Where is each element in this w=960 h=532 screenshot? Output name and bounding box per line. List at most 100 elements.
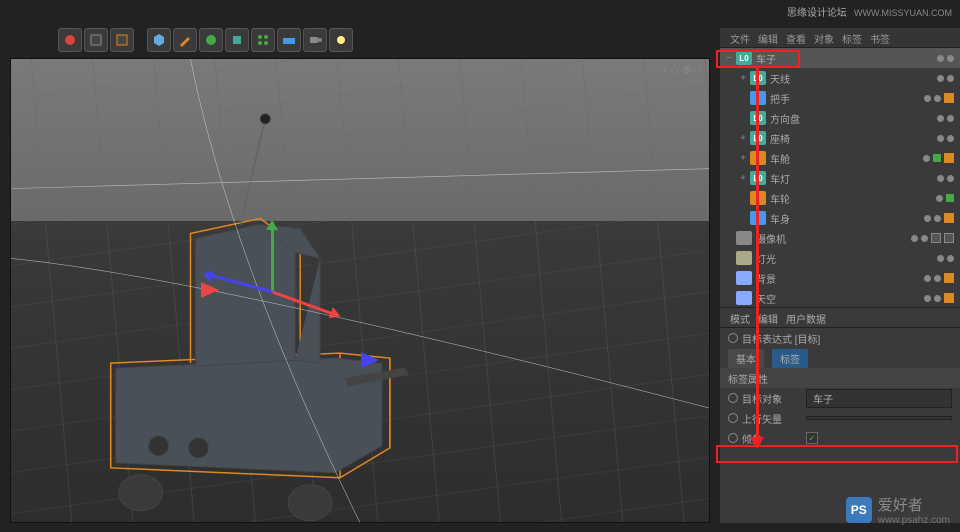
object-label: 天空 <box>756 291 776 306</box>
attr-mode[interactable]: 模式 <box>730 311 750 324</box>
menu-bookmark[interactable]: 书签 <box>870 31 890 44</box>
tag-icon[interactable] <box>934 95 941 102</box>
target-label: 目标对象 <box>742 391 802 406</box>
object-type-icon <box>736 271 752 285</box>
play-button[interactable] <box>84 28 108 52</box>
watermark-text: 思缘设计论坛 <box>787 8 847 19</box>
tag-icon[interactable] <box>924 275 931 282</box>
tag-icon[interactable] <box>937 175 944 182</box>
attr-userdata[interactable]: 用户数据 <box>786 311 826 324</box>
record-button[interactable] <box>58 28 82 52</box>
menu-object[interactable]: 对象 <box>814 31 834 44</box>
watermark-logo: PS <box>846 497 872 523</box>
tag-icon[interactable] <box>921 235 928 242</box>
tag-icon[interactable] <box>947 55 954 62</box>
3d-viewport[interactable]: + ◇ ⊕ □ <box>10 58 710 523</box>
sky-button[interactable] <box>277 28 301 52</box>
tag-icon[interactable] <box>937 75 944 82</box>
expand-icon[interactable]: + <box>738 133 748 144</box>
header-text: 目标表达式 [目标] <box>742 331 820 346</box>
annotation-arrow <box>756 68 759 446</box>
target-value-field[interactable]: 车子 <box>806 389 952 408</box>
tag-icon[interactable] <box>944 273 954 283</box>
z-axis-flag <box>361 352 379 368</box>
tag-icon[interactable] <box>933 154 941 162</box>
menu-tag[interactable]: 标签 <box>842 31 862 44</box>
pen-tool-button[interactable] <box>173 28 197 52</box>
tag-icon[interactable] <box>934 275 941 282</box>
light-button[interactable] <box>329 28 353 52</box>
object-label: 摄像机 <box>756 231 786 246</box>
tag-icon[interactable] <box>924 215 931 222</box>
generator-button[interactable] <box>199 28 223 52</box>
watermark-url: WWW.MISSYUAN.COM <box>854 8 952 18</box>
tag-icon[interactable] <box>944 233 954 243</box>
tag-icon[interactable] <box>947 135 954 142</box>
object-label: 背景 <box>756 271 776 286</box>
tag-icon[interactable] <box>946 194 954 202</box>
object-label: 方向盘 <box>770 111 800 126</box>
object-label: 灯光 <box>756 251 776 266</box>
angle-checkbox[interactable] <box>806 432 818 444</box>
bottom-watermark: PS 爱好者 www.psahz.com <box>846 494 950 526</box>
tag-icon[interactable] <box>931 233 941 243</box>
field-bullet <box>728 413 738 423</box>
upvec-field[interactable] <box>806 416 952 420</box>
object-label: 车舱 <box>770 151 790 166</box>
field-bullet <box>728 393 738 403</box>
object-label: 天线 <box>770 71 790 86</box>
field-bullet <box>728 433 738 443</box>
object-manager-menu: 文件 编辑 查看 对象 标签 书签 <box>720 28 960 48</box>
tag-icon[interactable] <box>937 115 944 122</box>
tag-icon[interactable] <box>924 95 931 102</box>
object-type-icon <box>736 231 752 245</box>
object-label: 车身 <box>770 211 790 226</box>
vehicle-bounds <box>71 182 411 482</box>
tag-icon[interactable] <box>923 155 930 162</box>
deformer-button[interactable] <box>225 28 249 52</box>
gizmo-x-axis[interactable] <box>272 291 339 318</box>
top-toolbar <box>58 26 363 54</box>
tag-icon[interactable] <box>937 255 944 262</box>
tag-icon[interactable] <box>937 135 944 142</box>
watermark-br-text: 爱好者 <box>878 494 950 515</box>
upvec-label: 上行矢量 <box>742 411 802 426</box>
object-label: 车轮 <box>770 191 790 206</box>
cube-primitive-button[interactable] <box>147 28 171 52</box>
x-axis-flag <box>201 282 219 298</box>
menu-file[interactable]: 文件 <box>730 31 750 44</box>
tag-icon[interactable] <box>934 215 941 222</box>
camera-button[interactable] <box>303 28 327 52</box>
tag-icon[interactable] <box>937 55 944 62</box>
tag-icon[interactable] <box>934 295 941 302</box>
tag-icon[interactable] <box>947 75 954 82</box>
tag-icon[interactable] <box>944 213 954 223</box>
object-type-icon <box>736 251 752 265</box>
menu-view[interactable]: 查看 <box>786 31 806 44</box>
tag-icon[interactable] <box>936 195 943 202</box>
tag-icon[interactable] <box>947 255 954 262</box>
object-label: 把手 <box>770 91 790 106</box>
tag-icon[interactable] <box>947 115 954 122</box>
expand-icon[interactable]: + <box>738 153 748 164</box>
header-icon <box>728 333 738 343</box>
tag-icon[interactable] <box>944 93 954 103</box>
object-label: 座椅 <box>770 131 790 146</box>
expand-icon[interactable]: + <box>738 73 748 84</box>
tag-icon[interactable] <box>911 235 918 242</box>
tag-icon[interactable] <box>944 153 954 163</box>
array-button[interactable] <box>251 28 275 52</box>
annotation-highlight-top <box>716 50 800 68</box>
expand-icon[interactable]: + <box>738 173 748 184</box>
menu-edit[interactable]: 编辑 <box>758 31 778 44</box>
tab-tag[interactable]: 标签 <box>772 349 808 368</box>
attr-edit[interactable]: 编辑 <box>758 311 778 324</box>
watermark-br-url: www.psahz.com <box>878 515 950 526</box>
tag-icon[interactable] <box>944 293 954 303</box>
gizmo-y-axis[interactable] <box>271 222 274 292</box>
tag-icon[interactable] <box>924 295 931 302</box>
tag-icon[interactable] <box>947 175 954 182</box>
object-label: 车灯 <box>770 171 790 186</box>
object-type-icon <box>736 291 752 305</box>
timeline-button[interactable] <box>110 28 134 52</box>
